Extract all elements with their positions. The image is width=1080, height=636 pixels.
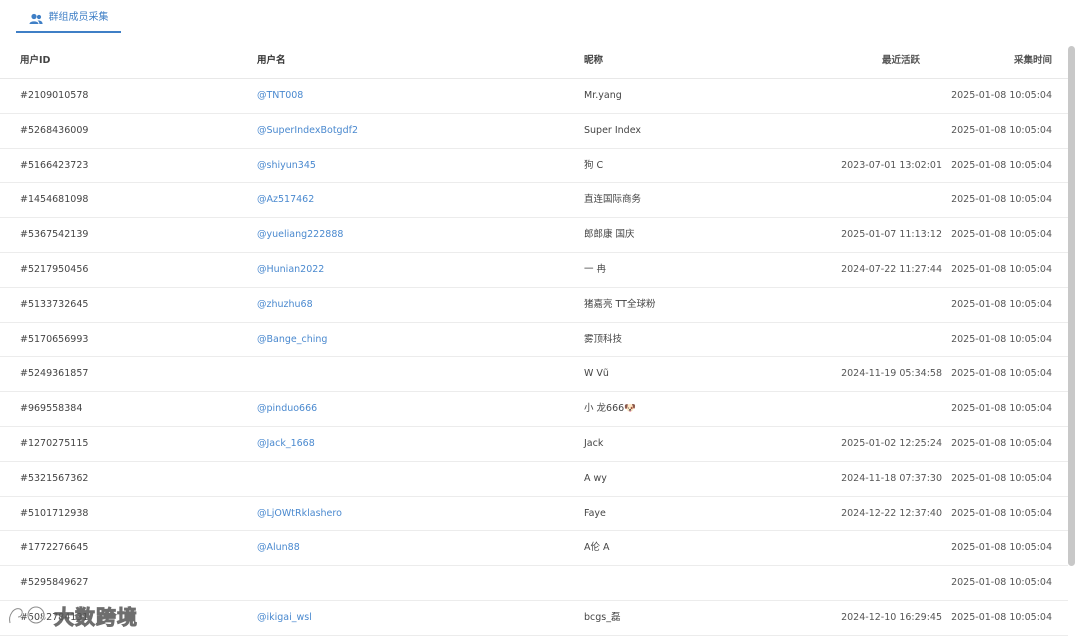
cell-collected-time: 2025-01-08 10:05:04	[951, 263, 1052, 275]
cell-username-link[interactable]: @Hunian2022	[257, 253, 324, 287]
cell-collected-time: 2025-01-08 10:05:04	[951, 437, 1052, 449]
cell-collected-time: 2025-01-08 10:05:04	[951, 577, 1052, 589]
cell-user-id: #5166423723	[20, 159, 89, 171]
cell-nickname: 狗 C	[584, 159, 604, 171]
cell-nickname: Jack	[584, 437, 604, 449]
table-header: 用户ID 用户名 昵称 最近活跃 采集时间	[0, 44, 1068, 79]
table-row[interactable]: #1454681098 @Az517462 直连国际商务 2025-01-08 10:…	[0, 183, 1068, 219]
cell-nickname: 小 龙666🐶	[584, 403, 636, 415]
cell-username-link[interactable]: @Jack_1668	[257, 427, 315, 461]
cell-nickname: Faye	[584, 507, 606, 519]
cell-last-active: 2023-07-01 13:02:01	[841, 159, 942, 171]
cell-last-active: 2025-01-07 11:13:12	[841, 229, 942, 241]
cell-user-id: #1454681098	[20, 194, 89, 206]
cell-collected-time: 2025-01-08 10:05:04	[951, 298, 1052, 310]
table-row[interactable]: #969558384 @pinduo666 小 龙666🐶 2025-01-08 10…	[0, 392, 1068, 427]
cell-collected-time: 2025-01-08 10:05:04	[951, 194, 1052, 206]
cell-user-id: #5268436009	[20, 124, 89, 136]
cell-nickname: 猪嘉亮 TT全球粉	[584, 298, 656, 310]
cell-collected-time: 2025-01-08 10:05:04	[951, 90, 1052, 101]
table-row[interactable]: #5082784131 @ikigai_wsl bcgs_磊 2024-12-10 1…	[0, 601, 1068, 636]
cell-nickname: W Vũ	[584, 368, 609, 380]
table-row[interactable]: #5133732645 @zhuzhu68 猪嘉亮 TT全球粉 2025-01-08 …	[0, 288, 1068, 323]
cell-nickname: 直连国际商务	[584, 194, 642, 206]
table-row[interactable]: #5367542139 @yueliang222888 郎郎康 国庆 2025-01-…	[0, 218, 1068, 253]
cell-username-link[interactable]: @zhuzhu68	[257, 288, 313, 322]
cell-username-link[interactable]: @yueliang222888	[257, 218, 343, 252]
cell-nickname: A伦 A	[584, 542, 610, 554]
cell-username-link[interactable]: @TNT008	[257, 79, 303, 113]
column-header-user-id[interactable]: 用户ID	[20, 44, 50, 78]
cell-collected-time: 2025-01-08 10:05:04	[951, 159, 1052, 171]
watermark-text: 大数跨境	[54, 604, 138, 629]
cell-collected-time: 2025-01-08 10:05:04	[951, 611, 1052, 623]
table-row[interactable]: #1772276645 @Alun88 A伦 A 2025-01-08 10:05:0…	[0, 531, 1068, 567]
column-header-collected-time[interactable]: 采集时间	[965, 44, 1052, 78]
cell-collected-time: 2025-01-08 10:05:04	[951, 368, 1052, 380]
table-body: #2109010578 @TNT008 Mr.yang 2025-01-08 10:0…	[0, 79, 1068, 636]
watermark: 大数跨境	[6, 600, 138, 630]
cell-last-active: 2024-12-10 16:29:45	[841, 611, 942, 623]
cell-nickname: 一 冉	[584, 263, 607, 275]
tab-bar: 群组成员采集	[0, 0, 1080, 34]
cell-username-link[interactable]: @Alun88	[257, 531, 300, 565]
cell-user-id: #5367542139	[20, 229, 89, 241]
cell-collected-time: 2025-01-08 10:05:04	[951, 542, 1052, 554]
cell-nickname: Super Index	[584, 124, 642, 136]
cell-collected-time: 2025-01-08 10:05:04	[951, 229, 1052, 241]
cell-user-id: #5217950456	[20, 263, 89, 275]
table-row[interactable]: #5170656993 @Bange_ching 雾顶科技 2025-01-08 10…	[0, 323, 1068, 358]
table-row[interactable]: #5166423723 @shiyun345 狗 C 2023-07-01 13:02…	[0, 149, 1068, 184]
cell-collected-time: 2025-01-08 10:05:04	[951, 333, 1052, 345]
tab-label: 群组成员采集	[48, 12, 109, 23]
cell-username-link[interactable]: @Bange_ching	[257, 323, 327, 357]
cell-username-link[interactable]: @SuperIndexBotgdf2	[257, 114, 358, 148]
members-table: 用户ID 用户名 昵称 最近活跃 采集时间 #2109010578 @TNT008…	[0, 44, 1068, 636]
table-row[interactable]: #5321567362 A wy 2024-11-18 07:37:30 2025-0…	[0, 462, 1068, 497]
cell-nickname: 郎郎康 国庆	[584, 229, 635, 241]
column-header-username[interactable]: 用户名	[257, 44, 286, 78]
cell-collected-time: 2025-01-08 10:05:04	[951, 472, 1052, 484]
brand-logo-icon	[6, 603, 50, 627]
table-row[interactable]: #1270275115 @Jack_1668 Jack 2025-01-02 12:2…	[0, 427, 1068, 462]
cell-last-active: 2024-11-18 07:37:30	[841, 472, 942, 484]
cell-nickname: Mr.yang	[584, 90, 622, 101]
cell-username-link[interactable]: @shiyun345	[257, 149, 316, 183]
cell-last-active: 2024-11-19 05:34:58	[841, 368, 942, 380]
cell-user-id: #1772276645	[20, 542, 89, 554]
cell-user-id: #5321567362	[20, 472, 89, 484]
cell-nickname: 雾顶科技	[584, 333, 623, 345]
cell-collected-time: 2025-01-08 10:05:04	[951, 507, 1052, 519]
cell-username-link[interactable]: @Az517462	[257, 183, 314, 217]
vertical-scrollbar[interactable]	[1068, 46, 1075, 566]
cell-collected-time: 2025-01-08 10:05:04	[951, 403, 1052, 415]
cell-username-link[interactable]: @pinduo666	[257, 392, 317, 426]
cell-user-id: #1270275115	[20, 437, 89, 449]
cell-user-id: #5101712938	[20, 507, 89, 519]
cell-last-active: 2025-01-02 12:25:24	[841, 437, 942, 449]
cell-last-active: 2024-07-22 11:27:44	[841, 263, 942, 275]
column-header-last-active[interactable]: 最近活跃	[882, 44, 920, 78]
tab-group-member-collection[interactable]: 群组成员采集	[16, 0, 121, 33]
table-row[interactable]: #5101712938 @LjOWtRklashero Faye 2024-12-22…	[0, 497, 1068, 532]
table-row[interactable]: #5249361857 W Vũ 2024-11-19 05:34:58 2025-0…	[0, 357, 1068, 393]
cell-user-id: #5249361857	[20, 368, 89, 380]
cell-username-link[interactable]: @ikigai_wsl	[257, 601, 312, 635]
table-row[interactable]: #2109010578 @TNT008 Mr.yang 2025-01-08 10:0…	[0, 79, 1068, 114]
table-row[interactable]: #5295849627 2025-01-08 10:05:04	[0, 566, 1068, 601]
cell-user-id: #2109010578	[20, 90, 89, 101]
cell-collected-time: 2025-01-08 10:05:04	[951, 124, 1052, 136]
cell-nickname: A wy	[584, 472, 607, 484]
cell-user-id: #969558384	[20, 403, 83, 415]
table-row[interactable]: #5217950456 @Hunian2022 一 冉 2024-07-22 11:2…	[0, 253, 1068, 288]
users-icon	[29, 10, 43, 24]
cell-user-id: #5295849627	[20, 577, 89, 589]
table-row[interactable]: #5268436009 @SuperIndexBotgdf2 Super Index…	[0, 114, 1068, 149]
cell-user-id: #5133732645	[20, 298, 89, 310]
cell-last-active: 2024-12-22 12:37:40	[841, 507, 942, 519]
cell-nickname: bcgs_磊	[584, 611, 621, 623]
column-header-nickname[interactable]: 昵称	[584, 44, 603, 78]
cell-user-id: #5170656993	[20, 333, 89, 345]
cell-username-link[interactable]: @LjOWtRklashero	[257, 497, 342, 531]
